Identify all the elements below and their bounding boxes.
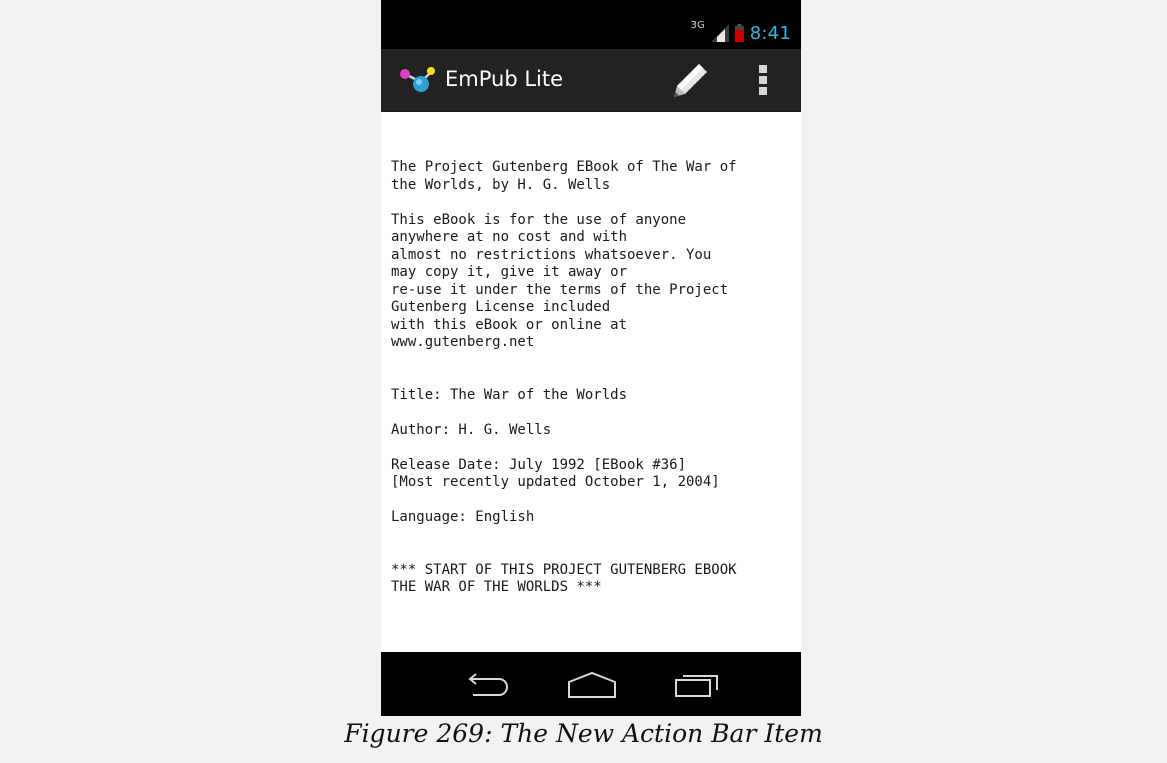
signal-icon bbox=[710, 24, 729, 42]
text-line: www.gutenberg.net bbox=[391, 334, 535, 350]
status-bar: 3G 8:41 bbox=[381, 0, 801, 49]
text-line: anywhere at no cost and with bbox=[391, 229, 628, 245]
text-line bbox=[391, 527, 796, 545]
text-line bbox=[391, 404, 796, 422]
overflow-dot bbox=[759, 87, 767, 95]
text-line: Gutenberg License included bbox=[391, 299, 611, 315]
text-line: Title: The War of the Worlds bbox=[391, 386, 628, 403]
text-line: This eBook is for the use of anyone bbox=[391, 211, 687, 228]
text-line: Author: H. G. Wells bbox=[391, 421, 552, 438]
recent-apps-icon[interactable] bbox=[673, 670, 723, 700]
text-line: may copy it, give it away or bbox=[391, 264, 628, 280]
text-line: Language: English bbox=[391, 509, 535, 525]
text-line: [Most recently updated October 1, 2004] bbox=[391, 474, 720, 490]
text-line bbox=[391, 544, 796, 562]
text-line bbox=[391, 492, 796, 510]
text-line: The Project Gutenberg EBook of The War o… bbox=[391, 159, 737, 175]
text-line bbox=[391, 439, 796, 457]
overflow-dot bbox=[759, 65, 767, 73]
overflow-menu-icon[interactable] bbox=[753, 63, 773, 97]
home-icon[interactable] bbox=[566, 670, 618, 700]
text-line: with this eBook or online at bbox=[391, 316, 628, 333]
book-text: The Project Gutenberg EBook of The War o… bbox=[391, 159, 796, 597]
back-icon[interactable] bbox=[461, 670, 511, 700]
action-bar: EmPub Lite bbox=[381, 49, 801, 112]
text-line: re-use it under the terms of the Project bbox=[391, 281, 729, 298]
text-line bbox=[391, 194, 796, 212]
app-title: EmPub Lite bbox=[445, 67, 564, 91]
text-line: Release Date: July 1992 [EBook #36] bbox=[391, 456, 687, 473]
pencil-icon[interactable] bbox=[671, 60, 711, 100]
status-icons: 3G 8:41 bbox=[690, 19, 791, 44]
battery-low-icon bbox=[734, 24, 744, 42]
navigation-bar bbox=[381, 652, 801, 716]
app-logo-icon[interactable] bbox=[399, 65, 437, 95]
phone-screen: 3G 8:41 EmPub Lite The Project Gutenberg… bbox=[381, 0, 801, 716]
text-line bbox=[391, 369, 796, 387]
overflow-dot bbox=[759, 76, 767, 84]
text-line: *** START OF THIS PROJECT GUTENBERG EBOO… bbox=[391, 561, 737, 578]
text-line bbox=[391, 352, 796, 370]
network-type-label: 3G bbox=[690, 19, 705, 31]
text-line: THE WAR OF THE WORLDS *** bbox=[391, 579, 602, 595]
text-line: almost no restrictions whatsoever. You bbox=[391, 246, 712, 263]
figure-caption: Figure 269: The New Action Bar Item bbox=[344, 719, 823, 748]
text-line: the Worlds, by H. G. Wells bbox=[391, 176, 611, 193]
clock: 8:41 bbox=[749, 22, 791, 44]
